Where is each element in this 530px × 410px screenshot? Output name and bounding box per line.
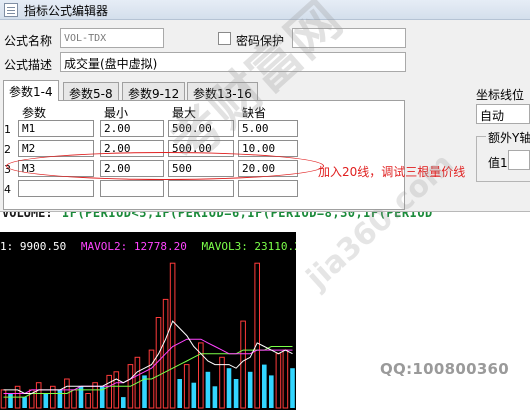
tab-params-9-12[interactable]: 参数9-12 — [122, 82, 186, 101]
watermark-qq: QQ:100800360 — [380, 360, 510, 378]
legend-ma1: 1: 9900.50 — [0, 240, 67, 253]
volume-bar — [212, 386, 218, 408]
header-param: 参数 — [22, 106, 47, 120]
volume-bar — [262, 364, 267, 408]
row-number: 4 — [4, 183, 11, 196]
param-min-cell[interactable]: 2.00 — [100, 120, 164, 137]
param-max-cell[interactable] — [168, 180, 234, 197]
password-input[interactable] — [292, 28, 406, 48]
volume-bar — [169, 262, 176, 409]
formula-editor-window: 指标公式编辑器 公式名称 VOL-TDX 密码保护 公式描述 成交量(盘中虚拟)… — [0, 0, 530, 212]
volume-bar — [106, 374, 113, 409]
volume-bar — [71, 389, 77, 409]
volume-bar — [269, 375, 274, 408]
volume-bar — [22, 397, 27, 408]
app-icon — [4, 3, 18, 17]
volume-bar — [290, 368, 295, 408]
volume-bar — [275, 353, 282, 409]
volume-bar — [205, 371, 211, 408]
password-label: 密码保护 — [236, 34, 285, 48]
volume-bar — [233, 379, 239, 408]
volume-chart-svg — [0, 262, 295, 409]
header-min: 最小 — [104, 106, 129, 120]
formula-name-label: 公式名称 — [4, 34, 53, 48]
volume-bar — [85, 393, 91, 409]
tab-params-1-4[interactable]: 参数1-4 — [3, 80, 59, 101]
volume-bar — [177, 379, 182, 408]
extra-y-axis-label: 额外Y轴 — [486, 129, 530, 146]
formula-desc-label: 公式描述 — [4, 58, 53, 72]
formula-code-editor[interactable]: VOLUME: IF(PERIOD<5,IF(PERIOD=6,IF(PERIO… — [0, 212, 530, 222]
header-max: 最大 — [172, 106, 197, 120]
value1-input[interactable] — [508, 150, 530, 170]
row-number: 1 — [4, 123, 11, 136]
title-bar[interactable]: 指标公式编辑器 — [0, 0, 530, 20]
volume-bar — [247, 371, 253, 408]
volume-bar — [8, 393, 13, 408]
tab-params-5-8[interactable]: 参数5-8 — [63, 82, 119, 101]
header-default: 缺省 — [242, 106, 267, 120]
code-expression: IF(PERIOD<5,IF(PERIOD=6,IF(PERIOD=8,30,I… — [62, 212, 433, 220]
coord-line-label: 坐标线位 — [476, 88, 525, 102]
formula-desc-input[interactable]: 成交量(盘中虚拟) — [60, 52, 406, 72]
annotation-ellipse — [6, 152, 324, 180]
param-name-cell[interactable]: M1 — [18, 120, 94, 137]
annotation-text: 加入20线，调试三根量价线 — [318, 165, 466, 179]
formula-name-input[interactable]: VOL-TDX — [60, 28, 164, 48]
volume-bar — [191, 382, 197, 408]
row-number: 2 — [4, 143, 11, 156]
volume-bar — [57, 389, 63, 408]
password-checkbox[interactable] — [218, 32, 231, 45]
volume-bar — [121, 397, 126, 408]
volume-bar — [254, 262, 260, 409]
param-name-cell[interactable] — [18, 180, 94, 197]
volume-bar — [35, 382, 42, 409]
volume-bar — [0, 389, 7, 409]
tab-params-13-16[interactable]: 参数13-16 — [187, 82, 258, 101]
volume-bar — [113, 371, 120, 409]
param-min-cell[interactable] — [100, 180, 164, 197]
code-keyword: VOLUME: — [2, 212, 53, 220]
volume-bar — [226, 368, 232, 408]
chart-legend: 1: 9900.50 MAVOL2: 12778.20 MAVOL3: 2311… — [0, 240, 296, 253]
volume-chart[interactable]: 1: 9900.50 MAVOL2: 12778.20 MAVOL3: 2311… — [0, 232, 296, 410]
legend-mavol3: MAVOL3: 23110.25 — [201, 240, 296, 253]
param-default-cell[interactable] — [238, 180, 298, 197]
value1-label: 值1 — [488, 156, 508, 170]
param-default-cell[interactable]: 5.00 — [238, 120, 298, 137]
coord-line-select[interactable]: 自动 — [476, 104, 530, 124]
volume-bar — [43, 393, 49, 408]
volume-bar — [282, 349, 289, 409]
volume-bar — [183, 364, 190, 409]
window-title: 指标公式编辑器 — [24, 4, 109, 18]
param-max-cell[interactable]: 500.00 — [168, 120, 234, 137]
volume-bar — [240, 320, 246, 409]
legend-mavol2: MAVOL2: 12778.20 — [80, 240, 187, 253]
